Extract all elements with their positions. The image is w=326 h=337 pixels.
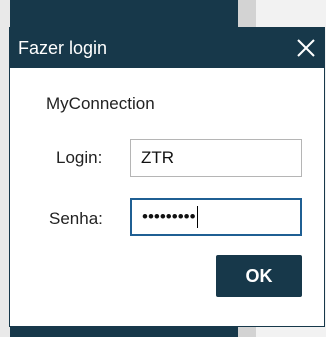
- background-strip-left: [0, 0, 10, 337]
- password-value: •••••••••: [142, 207, 196, 226]
- dialog-body: MyConnection Login: ZTR Senha: •••••••••…: [10, 68, 324, 326]
- ok-button[interactable]: OK: [216, 255, 302, 297]
- password-input[interactable]: •••••••••: [130, 198, 302, 236]
- login-dialog: Fazer login MyConnection Login: ZTR Senh…: [10, 28, 324, 326]
- text-caret: [196, 206, 198, 228]
- title-bar: Fazer login: [10, 28, 324, 68]
- login-value: ZTR: [141, 148, 175, 167]
- app-name-label: MyConnection: [46, 94, 155, 113]
- login-label: Login:: [56, 148, 103, 167]
- password-label: Senha:: [49, 209, 103, 228]
- close-button[interactable]: [290, 32, 322, 64]
- dialog-title: Fazer login: [18, 38, 108, 58]
- close-icon: [297, 39, 315, 57]
- login-input[interactable]: ZTR: [130, 139, 302, 177]
- ok-button-label: OK: [245, 265, 273, 286]
